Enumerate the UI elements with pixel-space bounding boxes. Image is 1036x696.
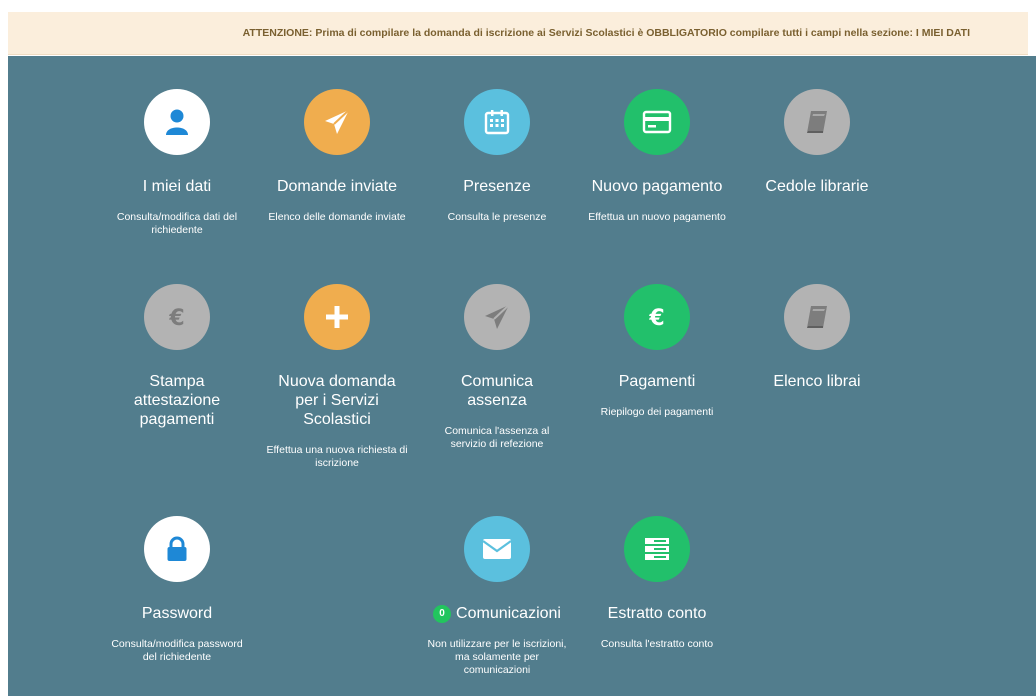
tile-stampa-attestazione[interactable]: € Stampa attestazione pagamenti [102, 284, 252, 444]
tile-title: Nuova domanda per i Servizi Scolastici [278, 373, 396, 428]
tile-comunicazioni[interactable]: 0 Comunicazioni Non utilizzare per le is… [422, 516, 572, 677]
tile-title: Presenze [463, 178, 531, 195]
envelope-icon [464, 516, 530, 582]
svg-text:€: € [648, 306, 664, 330]
tile-title: Stampa attestazione pagamenti [133, 373, 221, 428]
tile-description: Riepilogo dei pagamenti [600, 406, 714, 418]
tile-elenco-librai[interactable]: Elenco librai [742, 284, 892, 406]
tile-title: Comunicazioni [456, 605, 561, 622]
services-panel: I miei dati Consulta/modifica dati del r… [8, 56, 1036, 696]
paper-plane-icon [464, 284, 530, 350]
list-icon [624, 516, 690, 582]
tile-nuova-domanda[interactable]: Nuova domanda per i Servizi Scolastici E… [262, 284, 412, 470]
tile-presenze[interactable]: Presenze Consulta le presenze [422, 89, 572, 224]
tile-cedole-librarie[interactable]: Cedole librarie [742, 89, 892, 211]
lock-icon [144, 516, 210, 582]
tile-title: Comunica assenza [460, 373, 534, 409]
tile-description: Consulta le presenze [447, 211, 547, 223]
svg-text:€: € [168, 306, 184, 330]
tile-title: Password [141, 605, 213, 622]
unread-count-badge: 0 [433, 604, 452, 623]
warning-text: ATTENZIONE: Prima di compilare la domand… [242, 27, 970, 39]
tile-comunica-assenza[interactable]: Comunica assenza Comunica l'assenza al s… [422, 284, 572, 451]
plus-icon [304, 284, 370, 350]
calendar-icon [464, 89, 530, 155]
tile-description: Comunica l'assenza al servizio di refezi… [444, 425, 550, 450]
tile-description: Consulta l'estratto conto [600, 638, 714, 650]
warning-banner: ATTENZIONE: Prima di compilare la domand… [8, 12, 1028, 55]
tile-title: Cedole librarie [765, 178, 869, 195]
paper-plane-icon [304, 89, 370, 155]
tile-nuovo-pagamento[interactable]: Nuovo pagamento Effettua un nuovo pagame… [582, 89, 732, 224]
tile-description: Consulta/modifica password del richieden… [111, 638, 243, 663]
euro-icon: € [144, 284, 210, 350]
tile-title: Estratto conto [607, 605, 707, 622]
tile-title: Domande inviate [276, 178, 398, 195]
tile-domande-inviate[interactable]: Domande inviate Elenco delle domande inv… [262, 89, 412, 224]
credit-card-icon [624, 89, 690, 155]
tile-title: Elenco librai [773, 373, 861, 390]
tile-description: Elenco delle domande inviate [268, 211, 406, 223]
tile-description: Non utilizzare per le iscrizioni, ma sol… [427, 638, 567, 676]
tile-description: Effettua una nuova richiesta di iscrizio… [266, 444, 408, 469]
tile-pagamenti[interactable]: € Pagamenti Riepilogo dei pagamenti [582, 284, 732, 419]
tile-title: Nuovo pagamento [591, 178, 723, 195]
book-icon [784, 89, 850, 155]
book-icon [784, 284, 850, 350]
tile-i-miei-dati[interactable]: I miei dati Consulta/modifica dati del r… [102, 89, 252, 237]
tile-title: I miei dati [142, 178, 212, 195]
tile-estratto-conto[interactable]: Estratto conto Consulta l'estratto conto [582, 516, 732, 651]
tile-password[interactable]: Password Consulta/modifica password del … [102, 516, 252, 664]
euro-icon: € [624, 284, 690, 350]
user-icon [144, 89, 210, 155]
tile-title: Pagamenti [618, 373, 696, 390]
tile-description: Consulta/modifica dati del richiedente [116, 211, 238, 236]
tile-description: Effettua un nuovo pagamento [588, 211, 726, 223]
